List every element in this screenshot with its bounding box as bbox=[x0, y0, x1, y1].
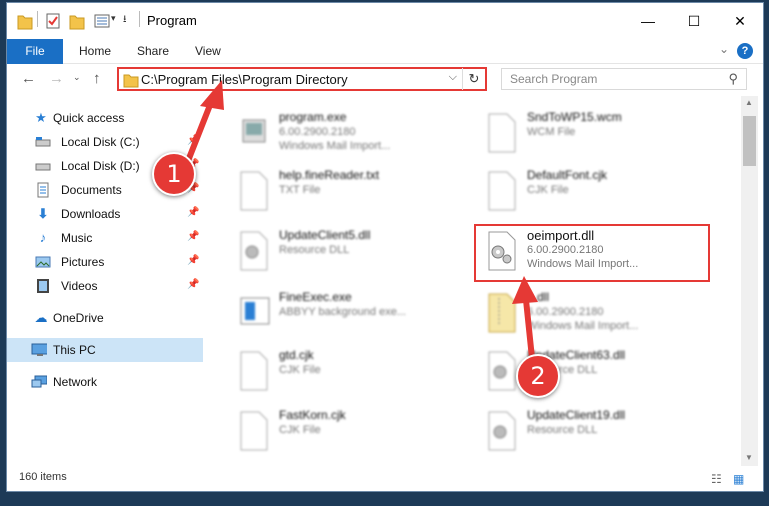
step-badge-1: 1 bbox=[152, 152, 196, 196]
arrow-2-head bbox=[512, 276, 538, 304]
arrow-1 bbox=[183, 97, 215, 169]
step-badge-2: 2 bbox=[516, 354, 560, 398]
annotation-arrows bbox=[183, 80, 538, 361]
arrow-2 bbox=[523, 297, 535, 361]
arrow-1-head bbox=[200, 80, 224, 110]
